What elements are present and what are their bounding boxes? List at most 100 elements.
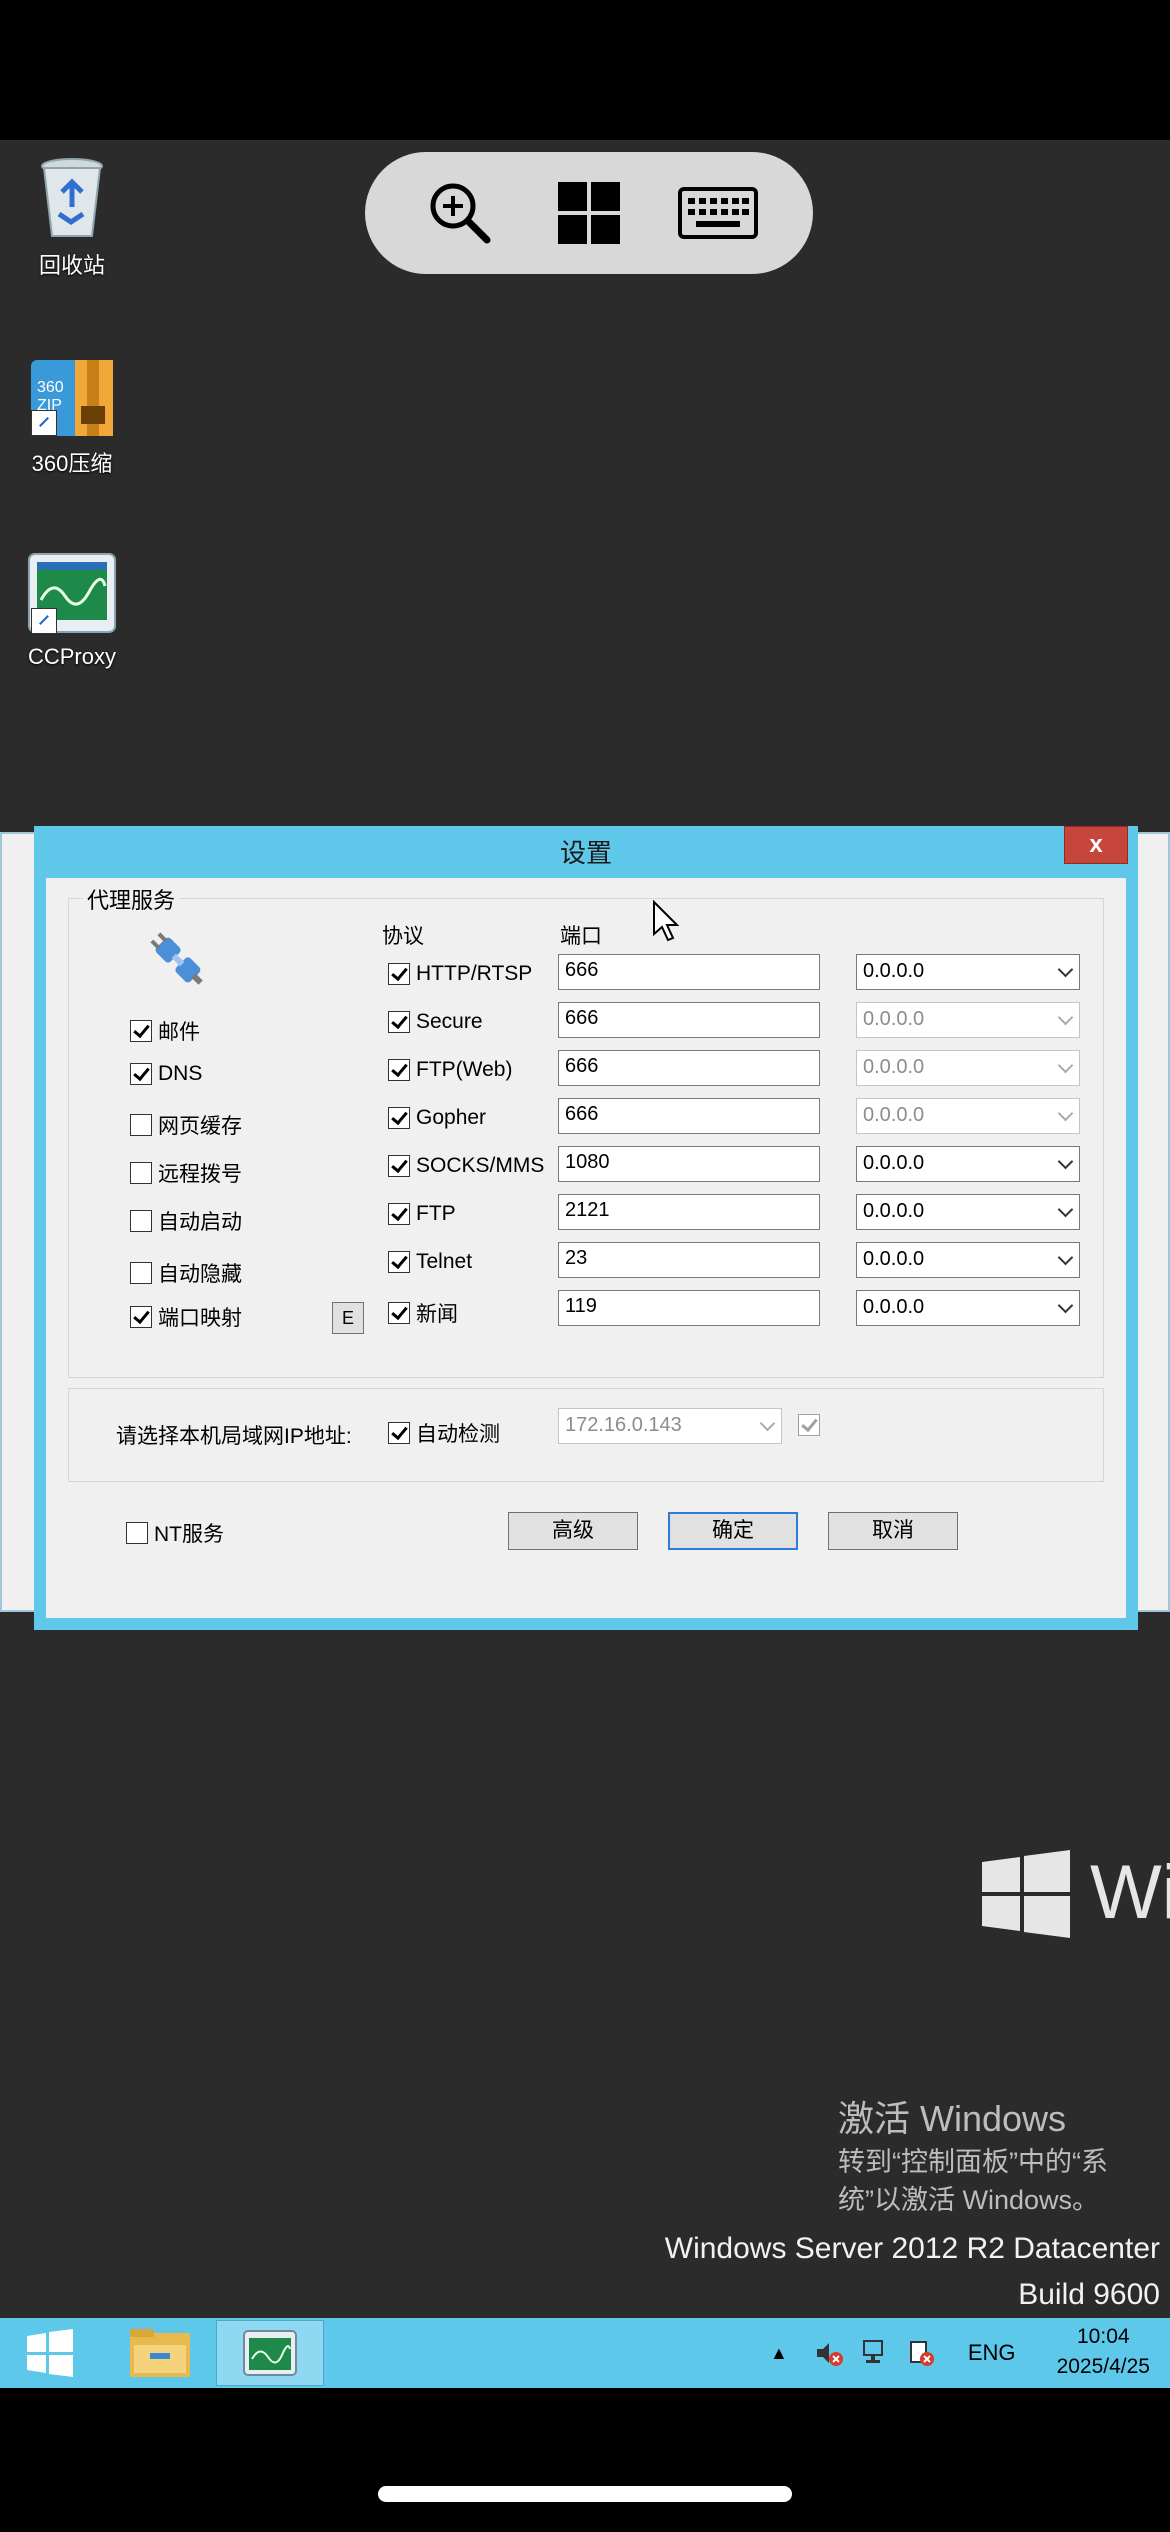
select-value: 0.0.0.0 (863, 1248, 925, 1270)
network-icon[interactable] (860, 2338, 890, 2368)
port-socks-input[interactable]: 1080 (558, 1146, 820, 1182)
ip-news-select[interactable]: 0.0.0.0 (856, 1290, 1080, 1326)
windows-button[interactable] (549, 173, 629, 253)
home-indicator-area (0, 2388, 1170, 2532)
taskbar: ▲ ENG (0, 2318, 1170, 2388)
auto-detect-checkbox[interactable]: 自动检测 (388, 1418, 500, 1448)
taskbar-file-explorer[interactable] (110, 2320, 210, 2386)
protocol-header: 协议 (382, 925, 424, 948)
select-value: 0.0.0.0 (863, 1200, 925, 1222)
port-telnet-input[interactable]: 23 (558, 1242, 820, 1278)
port-ftp-input[interactable]: 2121 (558, 1194, 820, 1230)
group-title: 代理服务 (83, 883, 180, 915)
port-ftpweb-input[interactable]: 666 (558, 1050, 820, 1086)
ip-telnet-select[interactable]: 0.0.0.0 (856, 1242, 1080, 1278)
checkbox-box (798, 1414, 820, 1436)
chevron-down-icon (759, 1415, 776, 1432)
desktop-icon-recycle-bin[interactable]: 回收站 (12, 152, 132, 280)
ok-button[interactable]: 确定 (668, 1512, 798, 1550)
clock-time: 10:04 (1077, 2325, 1130, 2348)
protocol-gopher-checkbox[interactable]: Gopher (388, 1106, 486, 1130)
windows-build: Build 9600 (1018, 2278, 1160, 2311)
lan-ip-label: 请选择本机局域网IP地址: (116, 1425, 352, 1448)
port-mapping-edit-button[interactable]: E (332, 1302, 364, 1334)
desktop-icon-360zip[interactable]: 360 ZIP 360压缩 (12, 350, 132, 478)
desktop-icon-label: 回收站 (38, 253, 105, 278)
option-web-cache-checkbox[interactable]: 网页缓存 (130, 1110, 242, 1140)
lan-ip-select: 172.16.0.143 (558, 1408, 782, 1444)
checkbox-box (388, 963, 410, 985)
option-label: DNS (158, 1062, 203, 1085)
ip-gopher-select: 0.0.0.0 (856, 1098, 1080, 1134)
select-value: 0.0.0.0 (863, 1104, 925, 1126)
protocol-socks-checkbox[interactable]: SOCKS/MMS (388, 1154, 544, 1178)
start-button[interactable] (10, 2320, 90, 2386)
nt-service-checkbox[interactable]: NT服务 (126, 1518, 224, 1548)
protocol-secure-checkbox[interactable]: Secure (388, 1010, 483, 1034)
protocol-telnet-checkbox[interactable]: Telnet (388, 1250, 472, 1274)
select-value: 0.0.0.0 (863, 1056, 925, 1078)
volume-muted-icon[interactable] (814, 2338, 844, 2368)
checkbox-box (130, 1162, 152, 1184)
checkbox-box (130, 1306, 152, 1328)
option-dns-checkbox[interactable]: DNS (130, 1062, 202, 1086)
checkbox-box (388, 1203, 410, 1225)
windows-brand-text: Wi (1090, 1850, 1170, 1935)
chevron-down-icon (1057, 1153, 1074, 1170)
protocol-http-checkbox[interactable]: HTTP/RTSP (388, 962, 532, 986)
chevron-down-icon (1057, 1297, 1074, 1314)
option-port-mapping-checkbox[interactable]: 端口映射 (130, 1302, 242, 1332)
close-button[interactable]: x (1064, 826, 1128, 864)
activate-windows-line2: 统”以激活 Windows。 (838, 2185, 1100, 2215)
port-news-input[interactable]: 119 (558, 1290, 820, 1326)
keyboard-button[interactable] (678, 173, 759, 253)
option-mail-checkbox[interactable]: 邮件 (130, 1016, 200, 1046)
desktop-icon-label: CCProxy (27, 644, 116, 669)
port-gopher-input[interactable]: 666 (558, 1098, 820, 1134)
protocol-news-checkbox[interactable]: 新闻 (388, 1298, 458, 1328)
zoom-in-button[interactable] (420, 173, 500, 253)
option-label: 自动启动 (158, 1211, 242, 1234)
settings-dialog: 设置 x 代理服务 协议 端口 邮件 DNS 网页缓存 远程拨号 自动启动 自动… (34, 826, 1138, 1630)
cancel-button[interactable]: 取消 (828, 1512, 958, 1550)
checkbox-box (130, 1210, 152, 1232)
svg-text:360: 360 (37, 379, 64, 396)
port-header: 端口 (560, 925, 602, 948)
ip-http-select[interactable]: 0.0.0.0 (856, 954, 1080, 990)
remote-toolbar (365, 152, 813, 274)
ip-secure-select: 0.0.0.0 (856, 1002, 1080, 1038)
windows-start-icon (27, 2329, 73, 2377)
option-remote-dial-checkbox[interactable]: 远程拨号 (130, 1158, 242, 1188)
protocol-ftp-checkbox[interactable]: FTP (388, 1202, 456, 1226)
background-window-edge (0, 832, 36, 1612)
action-center-alert-icon[interactable] (906, 2338, 936, 2368)
option-auto-start-checkbox[interactable]: 自动启动 (130, 1206, 242, 1236)
option-label: 网页缓存 (158, 1115, 242, 1138)
protocol-label: 新闻 (416, 1303, 458, 1326)
ccproxy-icon (243, 2330, 297, 2376)
taskbar-clock[interactable]: 10:04 2025/4/25 (1057, 2322, 1150, 2382)
taskbar-ccproxy[interactable] (216, 2320, 324, 2386)
protocol-label: Telnet (416, 1250, 473, 1273)
plug-icon (150, 932, 203, 985)
port-http-input[interactable]: 666 (558, 954, 820, 990)
windows-brand-logo: Wi (982, 1850, 1170, 1945)
option-auto-hide-checkbox[interactable]: 自动隐藏 (130, 1258, 242, 1288)
port-secure-input[interactable]: 666 (558, 1002, 820, 1038)
auto-detect-label: 自动检测 (416, 1423, 500, 1446)
background-window-edge (1134, 832, 1170, 1612)
desktop-icon-ccproxy[interactable]: CCProxy (12, 548, 132, 670)
ip-socks-select[interactable]: 0.0.0.0 (856, 1146, 1080, 1182)
option-label: 远程拨号 (158, 1163, 242, 1186)
input-language[interactable]: ENG (968, 2340, 1016, 2366)
select-value: 0.0.0.0 (863, 1152, 925, 1174)
tray-expand-icon[interactable]: ▲ (770, 2343, 788, 2364)
protocol-label: FTP (416, 1202, 456, 1225)
protocol-label: HTTP/RTSP (416, 962, 533, 985)
keyboard-icon (678, 187, 759, 239)
advanced-button[interactable]: 高级 (508, 1512, 638, 1550)
ip-ftp-select[interactable]: 0.0.0.0 (856, 1194, 1080, 1230)
dialog-client-area: 代理服务 协议 端口 邮件 DNS 网页缓存 远程拨号 自动启动 自动隐藏 端口… (46, 878, 1126, 1618)
home-indicator[interactable] (378, 2486, 792, 2502)
protocol-ftpweb-checkbox[interactable]: FTP(Web) (388, 1058, 512, 1082)
